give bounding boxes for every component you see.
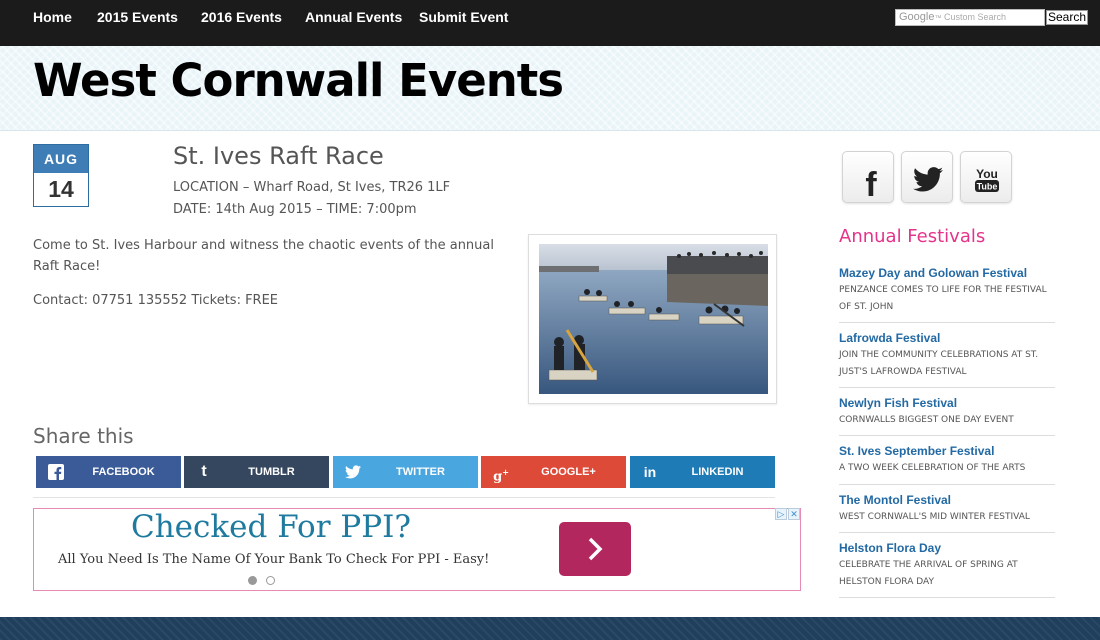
share-tumblr-label: TUMBLR [248,466,295,478]
google-plus-icon: g+ [493,467,509,485]
festival-link-montol[interactable]: The Montol Festival [839,493,951,507]
share-twitter-label: TWITTER [396,466,445,478]
festival-desc: CORNWALLS BIGGEST ONE DAY EVENT [839,415,1014,425]
svg-text:f: f [865,166,877,204]
site-header: West Cornwall Events [0,46,1100,131]
chevron-right-icon [588,537,603,561]
share-twitter-button[interactable]: TWITTER [333,456,478,488]
youtube-icon: You Tube [975,167,999,192]
share-linkedin-button[interactable]: in LINKEDIN [630,456,775,488]
event-photo[interactable] [539,244,768,394]
festival-separator [839,532,1055,533]
ad-close-icon[interactable]: ✕ [788,508,800,520]
festival-desc: WEST CORNWALL'S MID WINTER FESTIVAL [839,512,1030,522]
nav-2015-events[interactable]: 2015 Events [97,9,178,25]
nav-submit-event[interactable]: Submit Event [419,9,508,25]
date-badge: AUG 14 [33,144,89,207]
search-placeholder: Custom Search [944,12,1007,22]
sidebar-youtube-button[interactable]: You Tube [960,151,1012,203]
festival-link-helston-flora[interactable]: Helston Flora Day [839,541,941,555]
event-datetime: DATE: 14th Aug 2015 – TIME: 7:00pm [173,202,417,217]
ad-headline[interactable]: Checked For PPI? [131,509,411,545]
divider [33,497,775,498]
twitter-icon [343,456,363,488]
event-photo-frame [528,234,777,404]
advertisement[interactable]: Checked For PPI? All You Need Is The Nam… [33,508,801,591]
share-tumblr-button[interactable]: t TUMBLR [184,456,329,488]
facebook-icon [46,456,66,488]
google-brand: Google [899,11,935,23]
share-linkedin-label: LINKEDIN [691,466,744,478]
linkedin-icon: in [643,464,657,480]
ad-pager-dot-active[interactable] [248,576,257,585]
ad-pager-dot[interactable] [266,576,275,585]
svg-text:You: You [976,167,998,181]
festival-separator [839,484,1055,485]
festival-desc: A TWO WEEK CELEBRATION OF THE ARTS [839,463,1026,473]
share-google-plus-label: GOOGLE+ [541,466,596,478]
festival-link-lafrowda[interactable]: Lafrowda Festival [839,331,940,345]
event-contact: Contact: 07751 135552 Tickets: FREE [33,293,279,308]
event-location: LOCATION – Wharf Road, St Ives, TR26 1LF [173,180,451,195]
footer-band [0,617,1100,640]
festival-link-mazey-day[interactable]: Mazey Day and Golowan Festival [839,266,1027,280]
sidebar-heading: Annual Festivals [839,226,986,247]
festival-desc: PENZANCE COMES TO LIFE FOR THE FESTIVAL … [839,285,1047,312]
top-navigation: Home 2015 Events 2016 Events Annual Even… [0,0,1100,46]
festival-desc: JOIN THE COMMUNITY CELEBRATIONS AT ST. J… [839,350,1039,377]
search-button[interactable]: Search [1046,10,1089,25]
sidebar-twitter-button[interactable] [901,151,953,203]
share-facebook-label: FACEBOOK [92,466,155,478]
adchoices-icon[interactable]: ▷ [775,508,787,520]
nav-home[interactable]: Home [33,9,72,25]
share-google-plus-button[interactable]: g+ GOOGLE+ [481,456,626,488]
svg-text:Tube: Tube [977,182,998,192]
event-title: St. Ives Raft Race [173,142,384,170]
share-title: Share this [33,424,134,448]
festival-separator [839,597,1055,598]
nav-2016-events[interactable]: 2016 Events [201,9,282,25]
festival-separator [839,322,1055,323]
twitter-icon [913,167,943,192]
ad-arrow-button[interactable] [559,522,631,576]
ad-subtext: All You Need Is The Name Of Your Bank To… [58,552,490,567]
festival-link-newlyn-fish[interactable]: Newlyn Fish Festival [839,396,957,410]
site-title[interactable]: West Cornwall Events [33,54,564,107]
search-input[interactable]: Google™ Custom Search [895,9,1045,26]
facebook-icon: f [865,166,877,204]
share-facebook-button[interactable]: FACEBOOK [36,456,181,488]
festival-separator [839,387,1055,388]
festival-link-st-ives-september[interactable]: St. Ives September Festival [839,444,994,458]
tumblr-icon: t [201,463,207,480]
date-day: 14 [48,176,74,202]
nav-annual-events[interactable]: Annual Events [305,9,402,25]
date-month: AUG [34,145,88,173]
event-description: Come to St. Ives Harbour and witness the… [33,238,494,274]
festival-desc: CELEBRATE THE ARRIVAL OF SPRING AT HELST… [839,560,1018,587]
festival-separator [839,435,1055,436]
sidebar-facebook-button[interactable]: f [842,151,894,204]
